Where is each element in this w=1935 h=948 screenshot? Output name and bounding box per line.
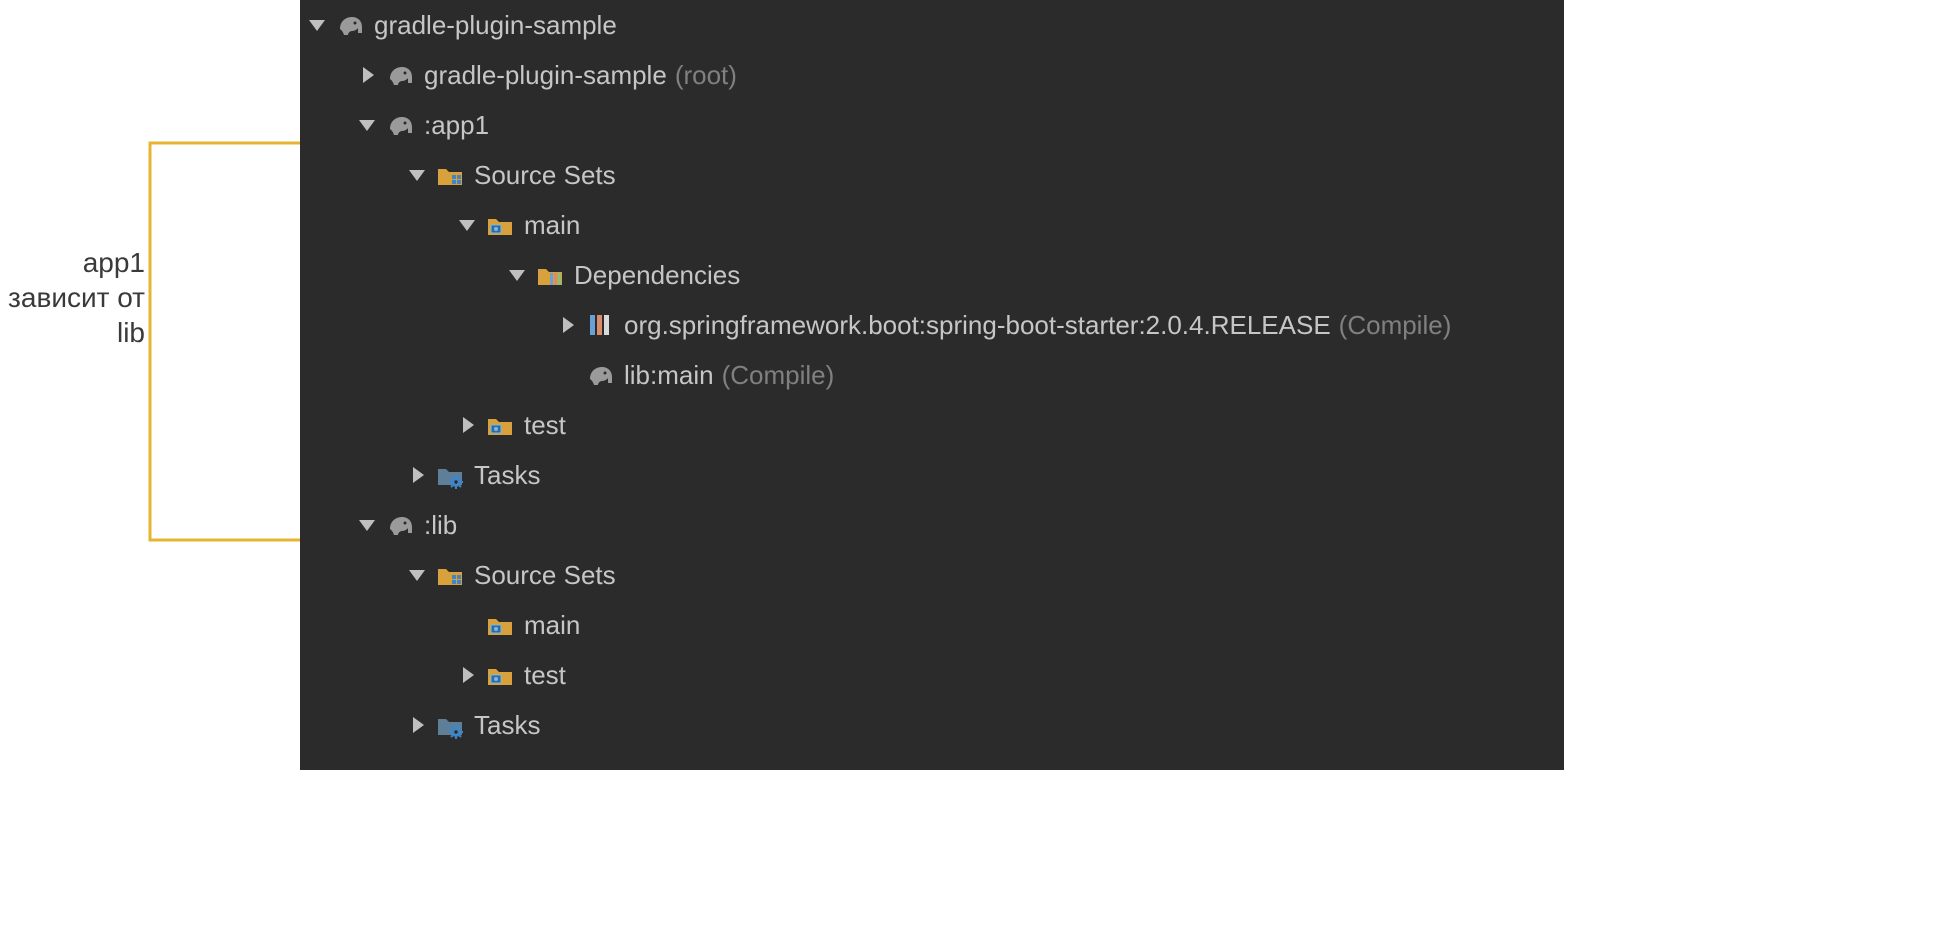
expand-toggle-icon[interactable] bbox=[354, 512, 380, 538]
tree-node-app1[interactable]: :app1 bbox=[300, 100, 1564, 150]
expand-toggle-icon[interactable] bbox=[454, 212, 480, 238]
expand-toggle-icon[interactable] bbox=[404, 162, 430, 188]
tree-node-tasks[interactable]: Tasks bbox=[300, 700, 1564, 750]
expand-toggle-icon[interactable] bbox=[404, 462, 430, 488]
expand-spacer bbox=[454, 612, 480, 638]
source-set-icon bbox=[486, 211, 514, 239]
tree-label: Source Sets bbox=[474, 560, 616, 591]
source-set-icon bbox=[486, 411, 514, 439]
tree-label: test bbox=[524, 660, 566, 691]
callout-line: lib bbox=[0, 315, 145, 350]
callout-line: app1 bbox=[0, 245, 145, 280]
tree-node-root-module[interactable]: gradle-plugin-sample (root) bbox=[300, 50, 1564, 100]
source-set-icon bbox=[486, 611, 514, 639]
tree-label: Source Sets bbox=[474, 160, 616, 191]
tree-node-source-sets[interactable]: Source Sets bbox=[300, 150, 1564, 200]
tree-hint: (root) bbox=[675, 60, 737, 91]
callout-line: зависит от bbox=[0, 280, 145, 315]
tree-node-root[interactable]: gradle-plugin-sample bbox=[300, 0, 1564, 50]
source-set-icon bbox=[486, 661, 514, 689]
tree-label: Dependencies bbox=[574, 260, 740, 291]
tree-node-test[interactable]: test bbox=[300, 400, 1564, 450]
tree-node-main[interactable]: main bbox=[300, 600, 1564, 650]
expand-toggle-icon[interactable] bbox=[454, 412, 480, 438]
tree-node-main[interactable]: main bbox=[300, 200, 1564, 250]
dependencies-icon bbox=[536, 261, 564, 289]
tree-node-lib[interactable]: :lib bbox=[300, 500, 1564, 550]
expand-spacer bbox=[554, 362, 580, 388]
gradle-icon bbox=[586, 361, 614, 389]
tasks-icon bbox=[436, 711, 464, 739]
library-icon bbox=[586, 311, 614, 339]
tree-label: main bbox=[524, 610, 580, 641]
tree-label: org.springframework.boot:spring-boot-sta… bbox=[624, 310, 1331, 341]
tree-hint: (Compile) bbox=[722, 360, 835, 391]
tree-label: gradle-plugin-sample bbox=[374, 10, 617, 41]
expand-toggle-icon[interactable] bbox=[304, 12, 330, 38]
tree-label: test bbox=[524, 410, 566, 441]
tree-label: lib:main bbox=[624, 360, 714, 391]
expand-toggle-icon[interactable] bbox=[354, 62, 380, 88]
callout-annotation: app1 зависит от lib bbox=[0, 245, 145, 350]
tree-label: gradle-plugin-sample bbox=[424, 60, 667, 91]
tree-label: main bbox=[524, 210, 580, 241]
tree-label: :app1 bbox=[424, 110, 489, 141]
gradle-icon bbox=[386, 511, 414, 539]
tree-hint: (Compile) bbox=[1339, 310, 1452, 341]
tree-node-source-sets[interactable]: Source Sets bbox=[300, 550, 1564, 600]
tree-label: Tasks bbox=[474, 710, 540, 741]
tree-node-dependencies[interactable]: Dependencies bbox=[300, 250, 1564, 300]
gradle-icon bbox=[386, 61, 414, 89]
tree-node-dependency[interactable]: lib:main (Compile) bbox=[300, 350, 1564, 400]
tasks-icon bbox=[436, 461, 464, 489]
tree-node-tasks[interactable]: Tasks bbox=[300, 450, 1564, 500]
expand-toggle-icon[interactable] bbox=[454, 662, 480, 688]
source-sets-icon bbox=[436, 561, 464, 589]
source-sets-icon bbox=[436, 161, 464, 189]
gradle-icon bbox=[336, 11, 364, 39]
tree-node-dependency[interactable]: org.springframework.boot:spring-boot-sta… bbox=[300, 300, 1564, 350]
gradle-tool-window: gradle-plugin-sample gradle-plugin-sampl… bbox=[300, 0, 1564, 770]
gradle-icon bbox=[386, 111, 414, 139]
expand-toggle-icon[interactable] bbox=[404, 562, 430, 588]
tree-node-test[interactable]: test bbox=[300, 650, 1564, 700]
expand-toggle-icon[interactable] bbox=[404, 712, 430, 738]
tree-label: :lib bbox=[424, 510, 457, 541]
tree-label: Tasks bbox=[474, 460, 540, 491]
expand-toggle-icon[interactable] bbox=[504, 262, 530, 288]
expand-toggle-icon[interactable] bbox=[554, 312, 580, 338]
expand-toggle-icon[interactable] bbox=[354, 112, 380, 138]
